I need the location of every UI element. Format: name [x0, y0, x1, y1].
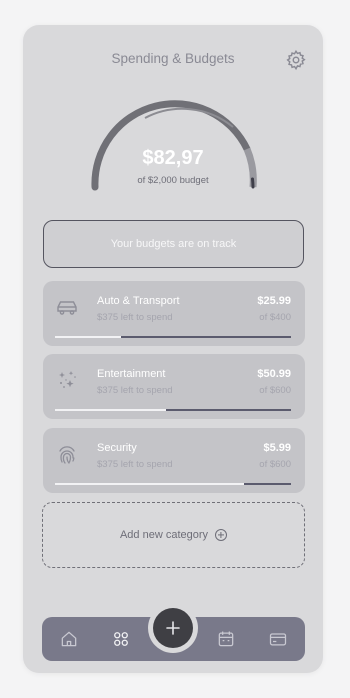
gear-icon[interactable] — [285, 49, 307, 71]
card-icon[interactable] — [268, 629, 288, 649]
category-card-entertainment[interactable]: Entertainment $375 left to spend $50.99 … — [43, 354, 305, 419]
app-screen: Spending & Budgets $82,97 of $2,000 budg… — [23, 25, 323, 673]
gauge-arc-highlight — [144, 107, 234, 128]
category-limit: of $600 — [259, 385, 291, 396]
add-transaction-button[interactable] — [153, 608, 193, 648]
progress-track — [55, 409, 291, 411]
category-name: Auto & Transport — [97, 295, 180, 307]
category-amount: $50.99 — [257, 368, 291, 380]
progress-track — [55, 483, 291, 485]
category-name: Security — [97, 442, 137, 454]
spent-amount: $82,97 — [142, 147, 204, 169]
category-remaining: $375 left to spend — [97, 459, 173, 470]
progress-fill — [55, 336, 122, 338]
car-icon — [57, 301, 77, 315]
progress-fill — [55, 409, 166, 411]
plus-circle-icon — [215, 529, 228, 541]
add-category-label: Add new category — [119, 529, 209, 541]
category-limit: of $400 — [259, 312, 291, 323]
page-title: Spending & Budgets — [111, 51, 235, 66]
category-card-security[interactable]: Security $375 left to spend $5.99 of $60… — [43, 428, 305, 493]
budget-total: of $2,000 budget — [137, 175, 209, 186]
category-card-auto[interactable]: Auto & Transport $375 left to spend $25.… — [43, 281, 305, 346]
status-banner: Your budgets are on track — [43, 220, 304, 268]
add-category-button[interactable]: Add new category — [42, 502, 305, 568]
category-amount: $5.99 — [263, 442, 291, 454]
category-remaining: $375 left to spend — [97, 312, 173, 323]
plus-icon — [166, 621, 180, 635]
home-icon[interactable] — [59, 629, 79, 649]
category-limit: of $600 — [259, 459, 291, 470]
category-amount: $25.99 — [257, 295, 291, 307]
sparkles-icon — [59, 371, 76, 388]
grid-icon[interactable] — [111, 629, 131, 649]
category-name: Entertainment — [97, 368, 166, 380]
category-remaining: $375 left to spend — [97, 385, 173, 396]
status-text: Your budgets are on track — [110, 238, 237, 250]
calendar-icon[interactable] — [216, 629, 236, 649]
progress-fill — [55, 483, 244, 485]
progress-track — [55, 336, 291, 338]
fingerprint-icon — [59, 446, 75, 464]
